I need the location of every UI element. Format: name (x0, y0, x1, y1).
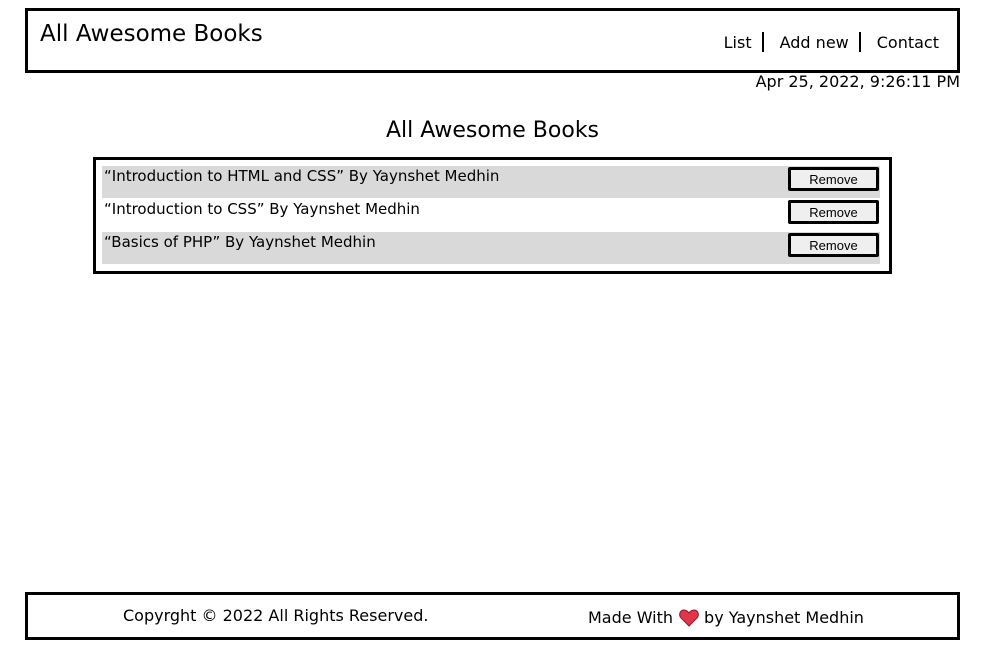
made-with: Made With by Yaynshet Medhin (588, 608, 864, 627)
remove-button[interactable]: Remove (788, 233, 879, 257)
site-footer: Copyrght © 2022 All Rights Reserved. Mad… (25, 592, 960, 640)
copyright-text: Copyrght © 2022 All Rights Reserved. (123, 606, 429, 625)
nav-link-contact[interactable]: Contact (877, 33, 939, 52)
nav-link-add-new[interactable]: Add new (780, 33, 849, 52)
site-header: All Awesome Books List Add new Contact (25, 8, 960, 73)
heart-icon (679, 609, 699, 627)
author-credit: by Yaynshet Medhin (704, 608, 864, 627)
page-title: All Awesome Books (385, 118, 600, 143)
book-title: “Introduction to CSS” By Yaynshet Medhin (104, 200, 420, 218)
nav-divider (761, 32, 764, 52)
book-title: “Introduction to HTML and CSS” By Yaynsh… (104, 167, 500, 185)
book-row: “Basics of PHP” By Yaynshet Medhin Remov… (102, 232, 880, 264)
book-row: “Introduction to CSS” By Yaynshet Medhin… (102, 199, 880, 231)
main-nav: List Add new Contact (724, 32, 939, 52)
book-title: “Basics of PHP” By Yaynshet Medhin (104, 233, 376, 251)
made-with-label: Made With (588, 608, 674, 627)
remove-button[interactable]: Remove (788, 200, 879, 224)
remove-button[interactable]: Remove (788, 167, 879, 191)
book-list: “Introduction to HTML and CSS” By Yaynsh… (93, 157, 892, 274)
nav-link-list[interactable]: List (724, 33, 752, 52)
logo: All Awesome Books (40, 21, 263, 47)
current-datetime: Apr 25, 2022, 9:26:11 PM (755, 72, 960, 91)
nav-divider (858, 32, 861, 52)
book-row: “Introduction to HTML and CSS” By Yaynsh… (102, 166, 880, 198)
